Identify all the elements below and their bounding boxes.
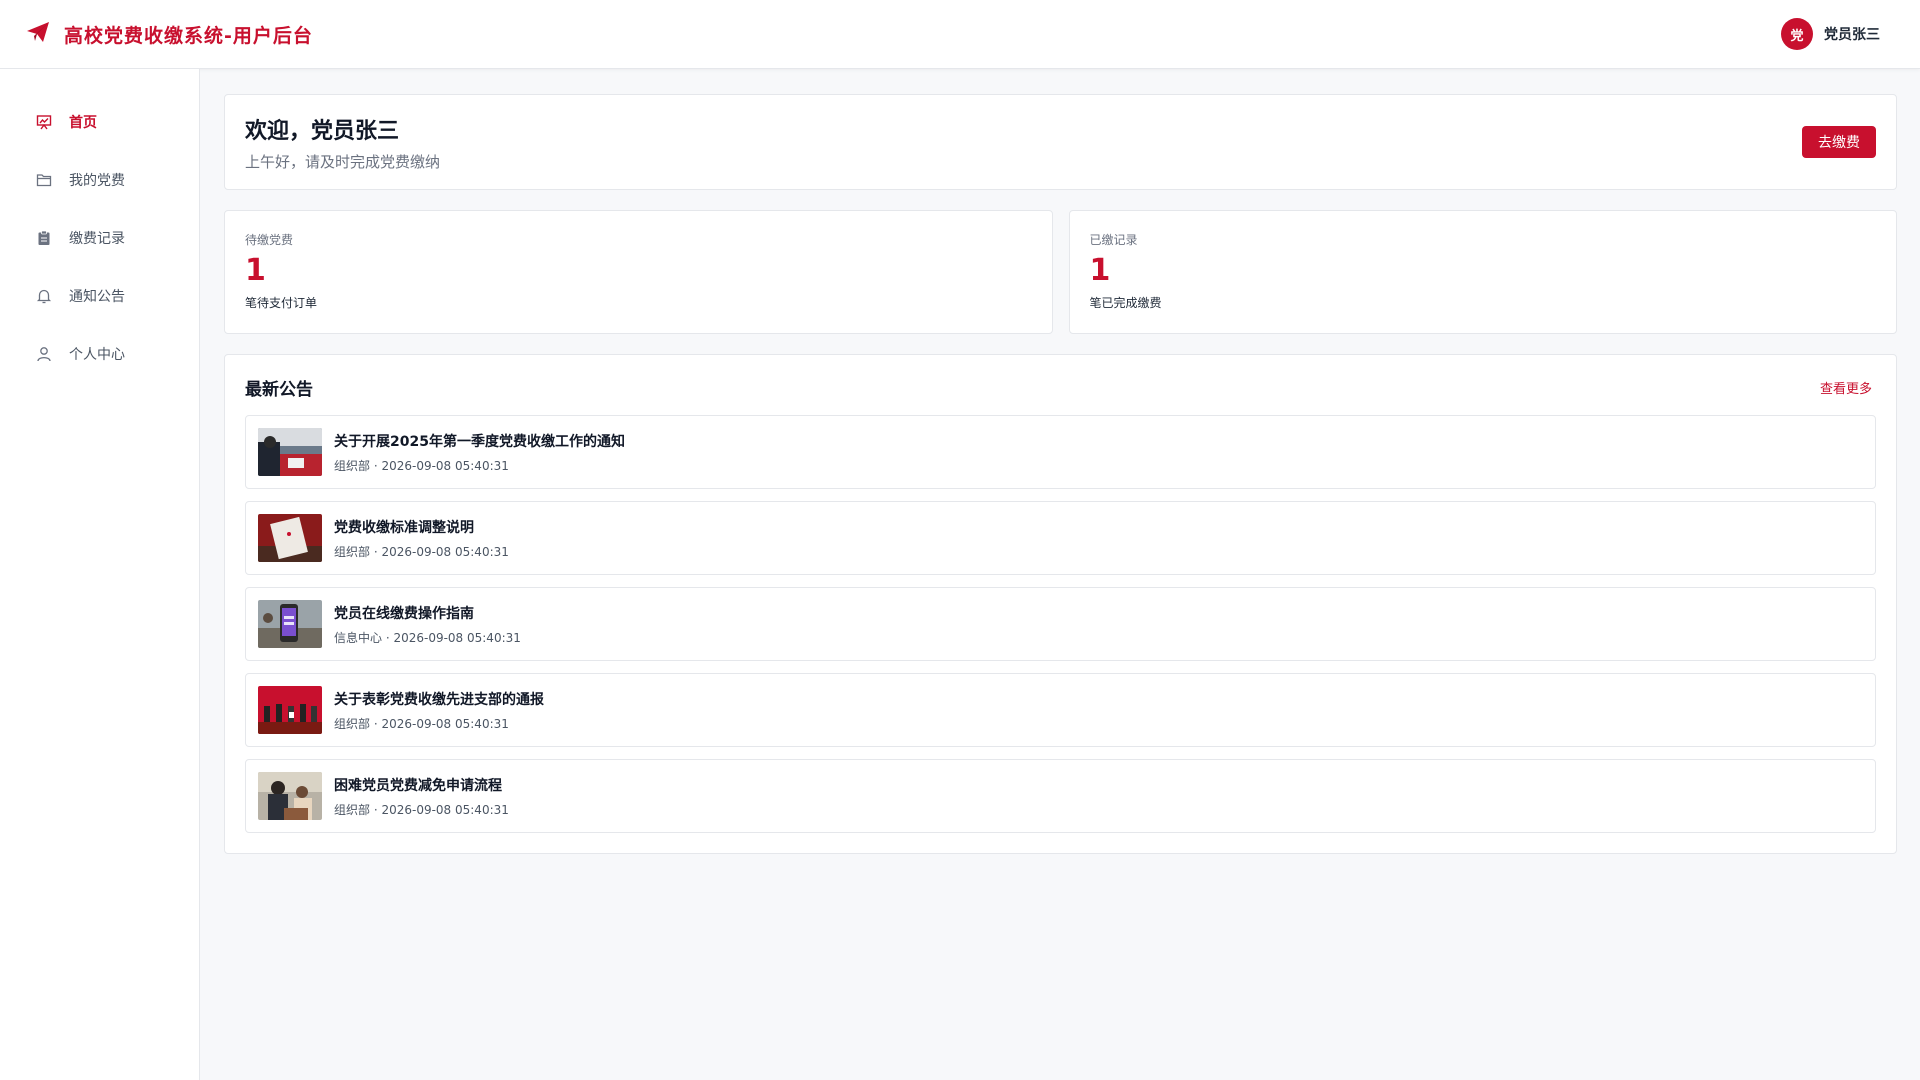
sidebar-item-label: 个人中心 bbox=[69, 347, 125, 363]
stat-card-pending[interactable]: 待缴党费 1 笔待支付订单 bbox=[224, 210, 1053, 334]
welcome-title: 欢迎，党员张三 bbox=[245, 118, 400, 144]
notice-title: 关于开展2025年第一季度党费收缴工作的通知 bbox=[334, 433, 625, 450]
notice-item[interactable]: 党员在线缴费操作指南 信息中心 · 2026-09-08 05:40:31 bbox=[245, 587, 1876, 661]
user-icon bbox=[35, 345, 53, 363]
notice-meta: 组织部 · 2026-09-08 05:40:31 bbox=[334, 802, 509, 817]
notice-meta: 组织部 · 2026-09-08 05:40:31 bbox=[334, 716, 509, 731]
notice-meta: 信息中心 · 2026-09-08 05:40:31 bbox=[334, 630, 521, 645]
stat-label: 待缴党费 bbox=[245, 233, 294, 247]
sidebar-item-label: 我的党费 bbox=[69, 173, 125, 189]
top-header: 高校党费收缴系统-用户后台 党 党员张三 bbox=[0, 0, 1920, 69]
pay-button[interactable]: 去缴费 bbox=[1802, 126, 1876, 158]
notice-thumbnail bbox=[258, 686, 322, 734]
stat-desc: 笔已完成缴费 bbox=[1089, 296, 1162, 310]
sidebar-item-label: 首页 bbox=[69, 115, 97, 131]
notice-meta: 组织部 · 2026-09-08 05:40:31 bbox=[334, 458, 509, 473]
notices-title: 最新公告 bbox=[245, 380, 313, 400]
notice-thumbnail bbox=[258, 772, 322, 820]
user-menu[interactable]: 党 党员张三 bbox=[1781, 18, 1880, 50]
stat-value: 1 bbox=[245, 253, 266, 288]
stat-card-paid[interactable]: 已缴记录 1 笔已完成缴费 bbox=[1068, 210, 1897, 334]
notice-item[interactable]: 关于表彰党费收缴先进支部的通报 组织部 · 2026-09-08 05:40:3… bbox=[245, 673, 1876, 747]
sidebar-item-payment-records[interactable]: 缴费记录 bbox=[0, 209, 199, 267]
sidebar-item-my-fees[interactable]: 我的党费 bbox=[0, 151, 199, 209]
notice-title: 党员在线缴费操作指南 bbox=[334, 605, 474, 622]
welcome-card: 欢迎，党员张三 上午好，请及时完成党费缴纳 去缴费 bbox=[224, 94, 1897, 190]
notice-thumbnail bbox=[258, 600, 322, 648]
notice-thumbnail bbox=[258, 514, 322, 562]
sidebar-item-home[interactable]: 首页 bbox=[0, 93, 199, 151]
notice-title: 困难党员党费减免申请流程 bbox=[334, 777, 502, 794]
avatar: 党 bbox=[1781, 18, 1813, 50]
main-content: 欢迎，党员张三 上午好，请及时完成党费缴纳 去缴费 待缴党费 1 笔待支付订单 … bbox=[224, 94, 1897, 854]
notice-item[interactable]: 党费收缴标准调整说明 组织部 · 2026-09-08 05:40:31 bbox=[245, 501, 1876, 575]
notices-card: 最新公告 查看更多 关于开展2025年第一季度党费收缴工作的通知 组织部 · 2… bbox=[224, 354, 1897, 854]
notice-item[interactable]: 关于开展2025年第一季度党费收缴工作的通知 组织部 · 2026-09-08 … bbox=[245, 415, 1876, 489]
notice-title: 关于表彰党费收缴先进支部的通报 bbox=[334, 691, 544, 708]
sidebar-item-label: 缴费记录 bbox=[69, 231, 125, 247]
sidebar-item-label: 通知公告 bbox=[69, 289, 125, 305]
stat-desc: 笔待支付订单 bbox=[245, 296, 318, 310]
view-more-link[interactable]: 查看更多 bbox=[1820, 378, 1872, 397]
presentation-icon bbox=[35, 113, 53, 131]
app-title: 高校党费收缴系统-用户后台 bbox=[64, 24, 313, 47]
notice-item[interactable]: 困难党员党费减免申请流程 组织部 · 2026-09-08 05:40:31 bbox=[245, 759, 1876, 833]
stats-row: 待缴党费 1 笔待支付订单 已缴记录 1 笔已完成缴费 bbox=[224, 210, 1897, 334]
bell-icon bbox=[35, 287, 53, 305]
brand[interactable]: 高校党费收缴系统-用户后台 bbox=[26, 21, 313, 48]
sidebar: 首页 我的党费 缴费记录 通知公告 个人中心 bbox=[0, 69, 200, 1080]
sidebar-item-notices[interactable]: 通知公告 bbox=[0, 267, 199, 325]
user-name: 党员张三 bbox=[1824, 27, 1880, 43]
folder-icon bbox=[35, 171, 53, 189]
paper-plane-icon bbox=[26, 21, 50, 47]
stat-value: 1 bbox=[1089, 253, 1111, 288]
clipboard-icon bbox=[35, 229, 53, 247]
stat-label: 已缴记录 bbox=[1089, 233, 1138, 247]
notice-thumbnail bbox=[258, 428, 322, 476]
notice-title: 党费收缴标准调整说明 bbox=[334, 519, 474, 536]
welcome-subtitle: 上午好，请及时完成党费缴纳 bbox=[245, 152, 441, 171]
sidebar-item-profile[interactable]: 个人中心 bbox=[0, 325, 199, 383]
notice-meta: 组织部 · 2026-09-08 05:40:31 bbox=[334, 544, 509, 559]
